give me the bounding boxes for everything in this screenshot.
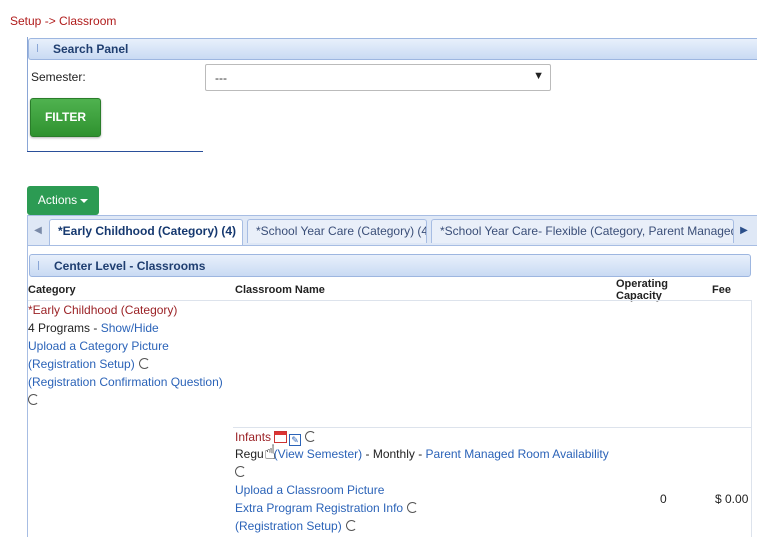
semester-label: Semester: [31,70,86,84]
semester-select-value: --- [215,71,227,85]
operating-capacity-value: 0 [660,492,667,506]
upload-classroom-picture-link[interactable]: Upload a Classroom Picture [235,483,384,497]
col-header-category: Category [28,284,76,296]
tab-early-childhood[interactable]: *Early Childhood (Category) (4) [49,219,243,245]
tab-school-year-care[interactable]: *School Year Care (Category) (4) [247,219,427,243]
category-registration-setup-link[interactable]: (Registration Setup) [28,357,135,371]
col-header-classroom-name: Classroom Name [235,284,325,296]
search-panel-title: Search Panel [37,42,128,56]
tab-school-year-care-flexible[interactable]: *School Year Care- Flexible (Category, P… [431,219,734,243]
regular-label: Regu [235,447,264,461]
parent-managed-availability-link[interactable]: Parent Managed Room Availability [426,447,609,461]
header-divider [28,300,751,301]
refresh-icon[interactable] [28,394,39,405]
show-hide-link[interactable]: Show/Hide [101,321,159,335]
edit-icon[interactable]: ✎ [289,434,302,446]
search-panel-header[interactable]: Search Panel [28,38,757,60]
caret-down-icon [80,198,89,203]
hand-pointer-cursor-icon: ☝ [264,442,277,464]
semester-select[interactable]: --- ▼ [205,64,551,91]
view-semester-link[interactable]: (View Semester) [274,447,362,461]
category-tab-bar: ◀ *Early Childhood (Category) (4) *Schoo… [27,215,757,246]
refresh-icon[interactable] [235,466,246,477]
col-header-fee: Fee [712,284,731,296]
upload-category-picture-link[interactable]: Upload a Category Picture [28,339,169,353]
refresh-icon[interactable] [138,358,150,369]
tab-scroll-right-icon[interactable]: ▶ [736,220,752,242]
classroom-refresh-line [231,465,246,479]
filter-button[interactable]: FILTER [30,98,101,137]
classroom-registration-setup-line: (Registration Setup) [235,519,357,533]
programs-count-line: 4 Programs - Show/Hide [28,321,159,335]
refresh-icon[interactable] [305,431,317,442]
classrooms-section-header[interactable]: Center Level - Classrooms [29,254,751,277]
category-name: *Early Childhood (Category) [28,303,178,317]
breadcrumb: Setup -> Classroom [10,14,117,28]
registration-confirmation-question-link[interactable]: (Registration Confirmation Question) [28,375,223,389]
classroom-registration-setup-link[interactable]: (Registration Setup) [235,519,342,533]
category-refresh-line [24,393,39,407]
search-panel-bottom-border [27,151,203,152]
tab-scroll-left-icon[interactable]: ◀ [30,220,46,242]
refresh-icon[interactable] [345,520,357,531]
table-right-edge [751,300,752,537]
actions-label: Actions [37,193,78,207]
actions-button[interactable]: Actions [27,186,99,215]
programs-count: 4 Programs - [28,321,101,335]
col-header-operating-line1: Operating [616,278,668,290]
col-header-operating-capacity: Operating Capacity [616,278,668,302]
dropdown-arrow-icon: ▼ [533,70,544,82]
refresh-icon[interactable] [407,502,419,513]
extra-program-registration-info-link[interactable]: Extra Program Registration Info [235,501,403,515]
classroom-schedule-line: Regu (View Semester) - Monthly - Parent M… [235,447,609,461]
row-divider [233,427,751,428]
fee-value: $ 0.00 [715,492,749,506]
monthly-label: - Monthly - [362,447,426,461]
category-registration-setup-line: (Registration Setup) [28,357,150,371]
classrooms-section-title: Center Level - Classrooms [38,259,205,273]
extra-info-line: Extra Program Registration Info [235,501,419,515]
